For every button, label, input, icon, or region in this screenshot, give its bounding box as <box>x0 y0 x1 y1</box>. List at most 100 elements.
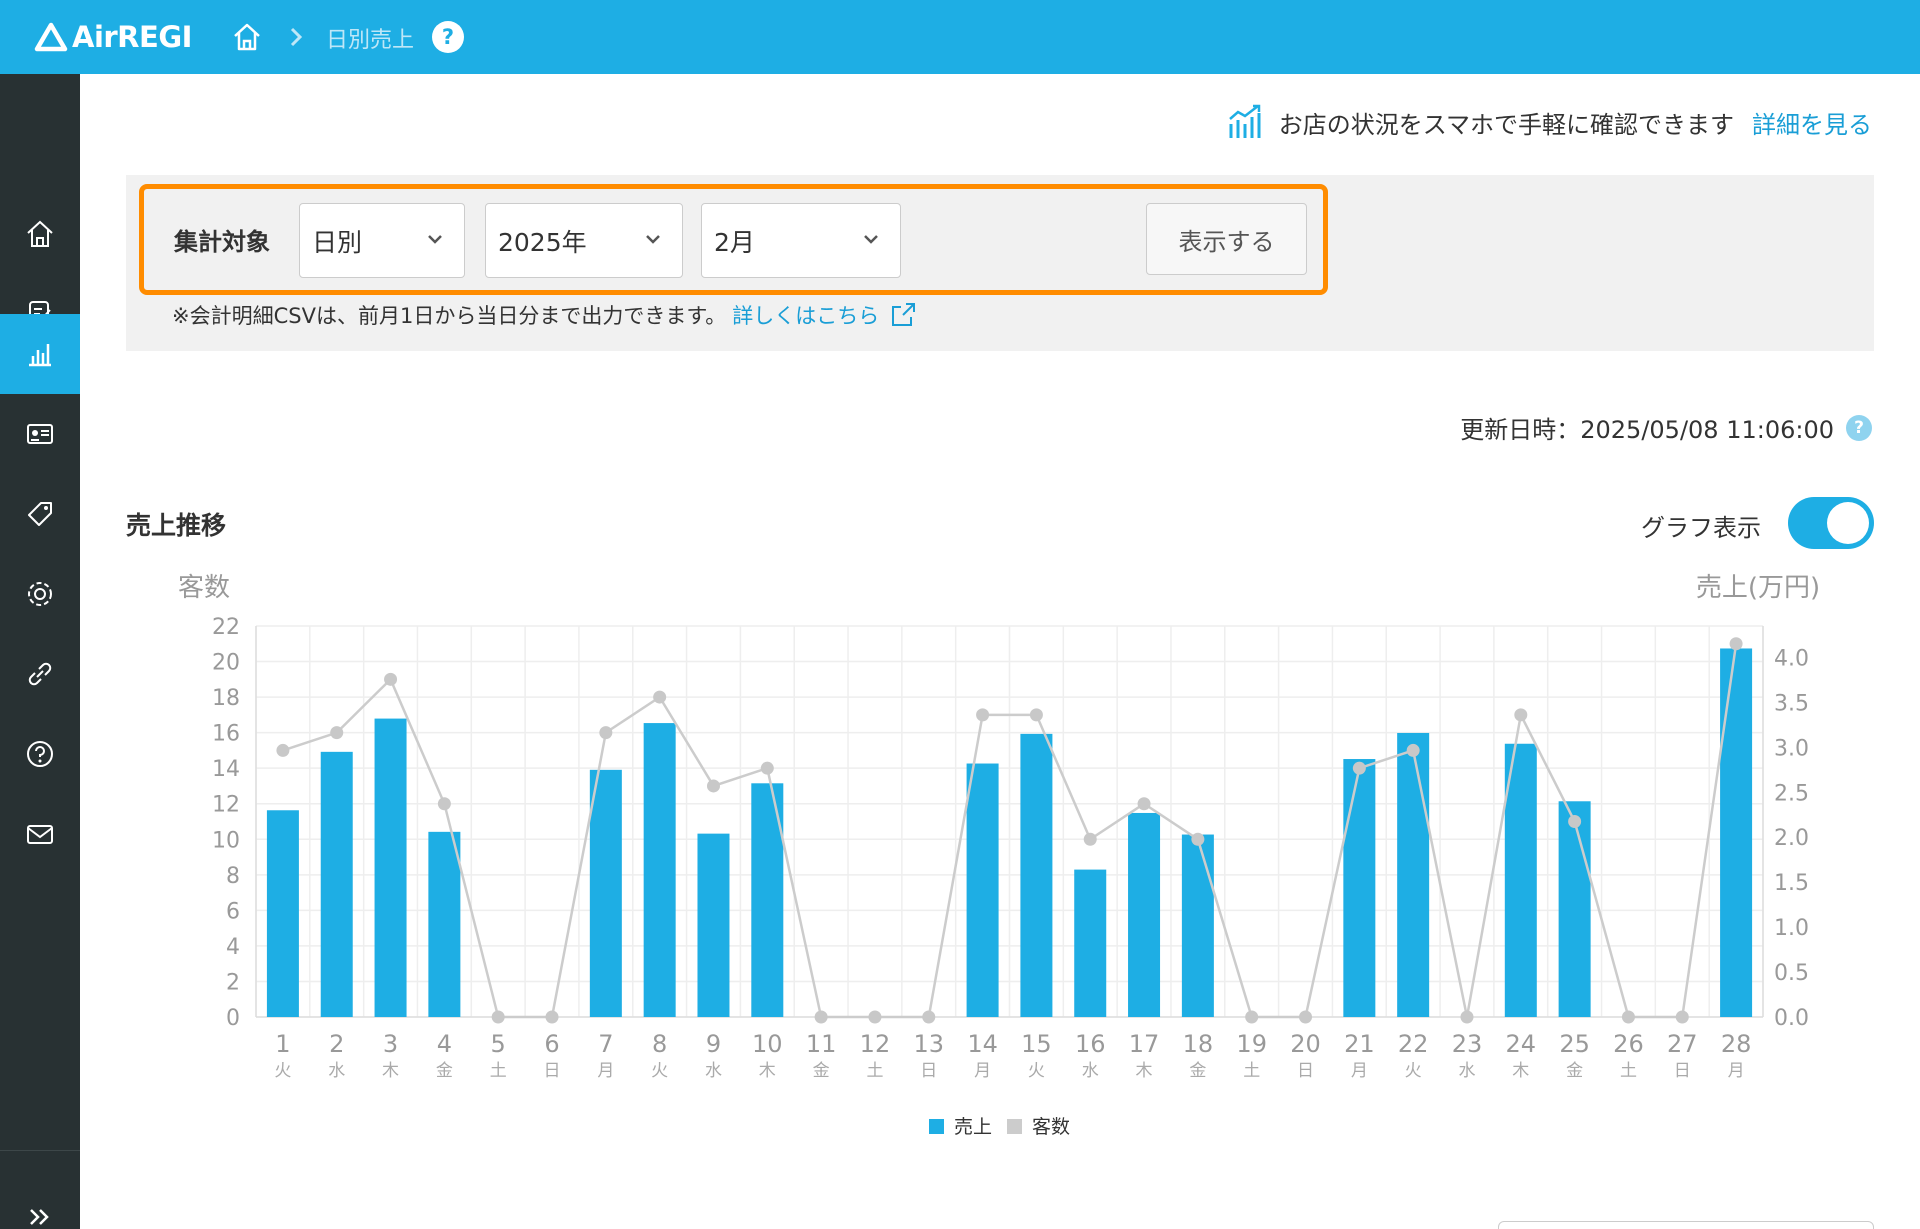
x-weekday-label: 火 <box>1405 1061 1422 1081</box>
x-tick-label: 1 <box>275 1030 290 1058</box>
customers-point <box>868 1010 882 1024</box>
csv-note-text: ※会計明細CSVは、前月1日から当日分まで出力できます。 <box>172 304 727 328</box>
x-weekday-label: 月 <box>1351 1061 1368 1081</box>
airregi-logo[interactable]: AirREGI <box>34 20 192 54</box>
right-tick-label: 1.5 <box>1774 871 1809 896</box>
sales-bar <box>1181 834 1214 1017</box>
sales-bar <box>966 763 999 1017</box>
legend-customers-label: 客数 <box>1032 1116 1070 1138</box>
x-tick-label: 12 <box>860 1030 891 1058</box>
sales-bar <box>320 751 353 1017</box>
csv-note: ※会計明細CSVは、前月1日から当日分まで出力できます。 詳しくはこちら <box>172 300 917 330</box>
x-weekday-label: 水 <box>328 1061 345 1081</box>
sales-bar <box>266 810 299 1017</box>
link-icon <box>28 662 52 686</box>
customers-point <box>653 690 667 704</box>
customers-point <box>1029 708 1043 722</box>
promo-details-link[interactable]: 詳細を見る <box>1752 105 1872 140</box>
x-weekday-label: 木 <box>1512 1061 1529 1081</box>
external-link-icon[interactable] <box>889 301 917 329</box>
bottom-card <box>1498 1221 1874 1229</box>
x-tick-label: 26 <box>1613 1030 1644 1058</box>
sidebar-item-integrations[interactable] <box>0 634 80 714</box>
sidebar-item-messages[interactable] <box>0 794 80 874</box>
sidebar <box>0 74 80 1229</box>
x-tick-label: 3 <box>383 1030 398 1058</box>
left-tick-label: 0 <box>226 1006 240 1031</box>
section-title: 売上推移 <box>126 511 227 540</box>
x-weekday-label: 月 <box>597 1061 614 1081</box>
right-axis-title: 売上(万円) <box>1696 573 1820 603</box>
breadcrumb-chevron-icon <box>290 27 303 47</box>
customers-point <box>1568 815 1582 828</box>
period-select[interactable]: 日別 <box>299 203 465 278</box>
gear-icon <box>28 582 52 606</box>
sales-bar <box>428 831 461 1017</box>
sidebar-item-customers[interactable] <box>0 394 80 474</box>
right-tick-label: 0.0 <box>1774 1006 1809 1031</box>
customers-point <box>330 726 344 740</box>
app-promo: お店の状況をスマホで手軽に確認できます 詳細を見る <box>1225 102 1872 142</box>
promo-text: お店の状況をスマホで手軽に確認できます <box>1278 110 1734 139</box>
legend-customers-swatch <box>1007 1119 1022 1134</box>
year-select[interactable]: 2025年 <box>485 203 683 278</box>
sidebar-item-products[interactable] <box>0 474 80 554</box>
x-weekday-label: 木 <box>382 1061 399 1081</box>
sidebar-item-settings[interactable] <box>0 554 80 634</box>
x-weekday-label: 金 <box>436 1061 453 1081</box>
left-tick-label: 14 <box>212 757 240 782</box>
show-button[interactable]: 表示する <box>1146 203 1307 275</box>
left-tick-label: 16 <box>212 722 240 747</box>
left-tick-label: 8 <box>226 864 240 889</box>
left-tick-label: 10 <box>212 828 240 853</box>
chevron-down-icon <box>428 235 442 244</box>
customers-point <box>1675 1010 1689 1024</box>
customers-point <box>1460 1010 1474 1024</box>
breadcrumb-home-icon[interactable] <box>230 20 264 54</box>
updated-help-icon[interactable]: ? <box>1846 414 1872 441</box>
x-tick-label: 24 <box>1506 1030 1537 1058</box>
x-tick-label: 20 <box>1290 1030 1321 1058</box>
home-icon <box>27 220 53 247</box>
breadcrumb-current: 日別売上 <box>326 28 415 53</box>
sidebar-item-sales[interactable] <box>0 314 80 394</box>
sales-bar <box>751 783 784 1017</box>
x-weekday-label: 木 <box>759 1061 776 1081</box>
mail-icon <box>27 825 53 844</box>
month-select-value: 2月 <box>714 227 755 257</box>
sidebar-item-home[interactable] <box>0 194 80 274</box>
x-weekday-label: 月 <box>974 1061 991 1081</box>
sidebar-expand-button[interactable] <box>0 1192 80 1229</box>
month-select[interactable]: 2月 <box>701 203 901 278</box>
csv-details-link[interactable]: 詳しくはこちら <box>732 300 879 330</box>
x-tick-label: 17 <box>1129 1030 1160 1058</box>
x-weekday-label: 水 <box>1458 1061 1475 1081</box>
x-tick-label: 28 <box>1721 1030 1752 1058</box>
sales-bar <box>374 718 407 1017</box>
chart-icon <box>29 344 51 367</box>
x-weekday-label: 日 <box>1674 1061 1691 1081</box>
x-weekday-label: 日 <box>544 1061 561 1081</box>
sales-bar <box>1720 648 1753 1017</box>
left-tick-label: 18 <box>212 686 240 711</box>
customers-point <box>599 726 613 740</box>
chevron-down-icon <box>646 235 660 244</box>
customers-point <box>1191 832 1205 846</box>
page-help-icon[interactable]: ? <box>432 21 464 53</box>
left-axis-title: 客数 <box>178 573 230 603</box>
sales-bar <box>1128 812 1161 1017</box>
sales-bar <box>1020 733 1053 1017</box>
x-weekday-label: 水 <box>1082 1061 1099 1081</box>
id-card-icon <box>27 424 53 444</box>
legend-sales-label: 売上 <box>954 1116 992 1138</box>
x-tick-label: 22 <box>1398 1030 1429 1058</box>
sidebar-item-help[interactable] <box>0 714 80 794</box>
x-tick-label: 4 <box>437 1030 452 1058</box>
logo-text: AirREGI <box>72 20 192 54</box>
graph-toggle[interactable] <box>1788 497 1874 549</box>
x-tick-label: 21 <box>1344 1030 1375 1058</box>
x-weekday-label: 金 <box>1189 1061 1206 1081</box>
left-tick-label: 6 <box>226 899 240 924</box>
x-weekday-label: 金 <box>813 1061 830 1081</box>
customers-point <box>276 743 290 757</box>
